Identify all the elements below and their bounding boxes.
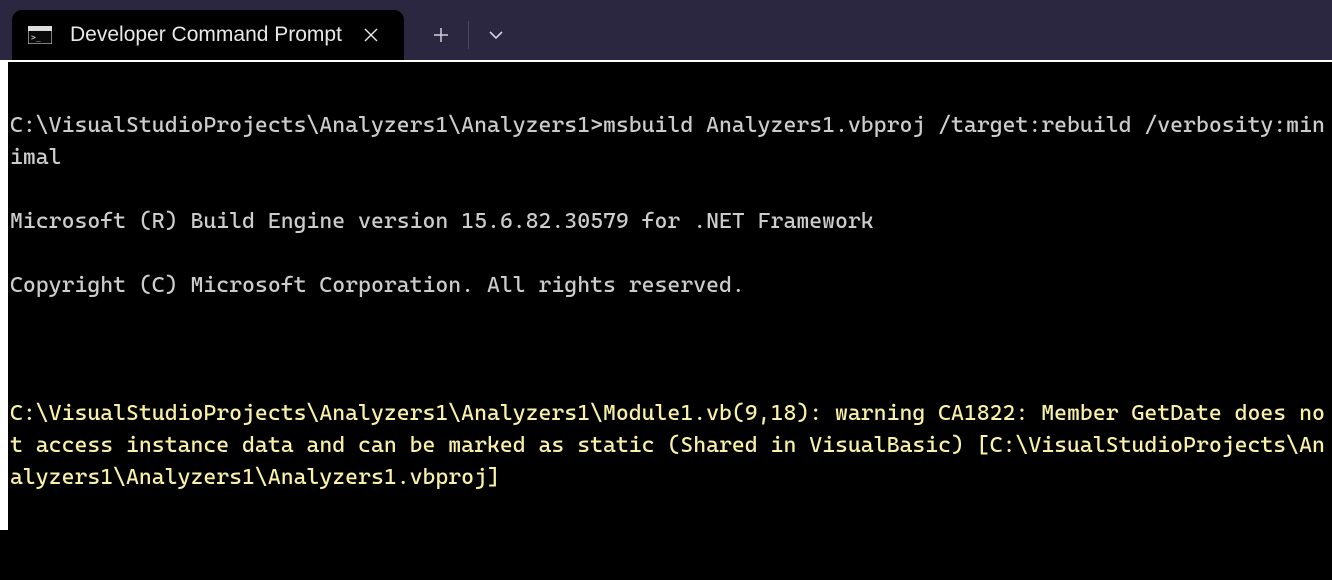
close-tab-button[interactable] [360,24,382,46]
terminal-icon: >_ [28,25,52,45]
prompt-path: C:\VisualStudioProjects\Analyzers1\Analy… [10,113,603,138]
tab-actions [418,10,519,60]
output-copyright: Copyright (C) Microsoft Corporation. All… [10,270,1332,302]
tab-developer-command-prompt[interactable]: >_ Developer Command Prompt [12,10,404,60]
divider [468,21,469,49]
prompt-line-1: C:\VisualStudioProjects\Analyzers1\Analy… [10,110,1332,174]
warning-line: C:\VisualStudioProjects\Analyzers1\Analy… [10,398,1332,494]
titlebar: >_ Developer Command Prompt [0,0,1332,60]
bottom-margin [0,530,1332,580]
terminal[interactable]: C:\VisualStudioProjects\Analyzers1\Analy… [0,60,1332,530]
svg-text:>_: >_ [31,33,41,42]
new-tab-button[interactable] [418,17,464,53]
blank-line [10,334,1332,366]
terminal-wrap: C:\VisualStudioProjects\Analyzers1\Analy… [0,60,1332,580]
tab-dropdown-button[interactable] [473,17,519,53]
output-engine: Microsoft (R) Build Engine version 15.6.… [10,206,1332,238]
tab-title: Developer Command Prompt [70,23,342,47]
